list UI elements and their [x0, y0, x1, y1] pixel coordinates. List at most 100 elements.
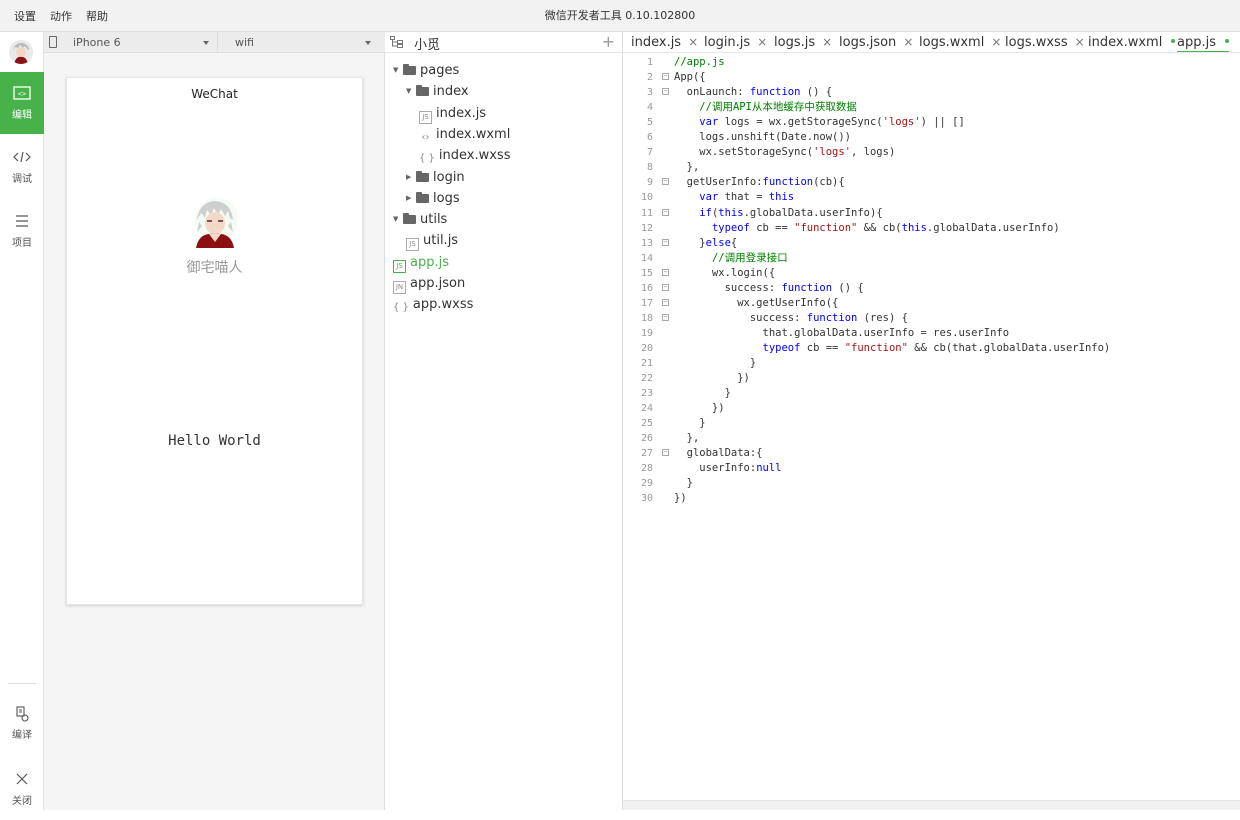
fold-icon[interactable]: − — [662, 73, 669, 81]
wxss-file-icon: { } — [393, 302, 409, 314]
tree-file[interactable]: JS app.js — [393, 252, 449, 273]
nav-project-label: 项目 — [12, 238, 32, 249]
code-area[interactable]: 1//app.js 2− App({3− onLaunch: function ()… — [623, 53, 1240, 800]
code-line: 6 logs.unshift(Date.now()) — [623, 130, 1240, 145]
close-tab-icon[interactable]: × — [688, 35, 698, 49]
folder-icon — [416, 170, 429, 182]
caret-down-icon[interactable]: ▼ — [393, 209, 403, 230]
json-file-icon: JN — [393, 281, 406, 294]
tree-file[interactable]: JS index.js — [419, 103, 486, 124]
fold-icon[interactable]: − — [662, 178, 669, 186]
fold-icon[interactable]: − — [662, 208, 669, 216]
code-line: 12 typeof cb == "function" && cb(this.gl… — [623, 221, 1240, 236]
network-select[interactable]: wifi — [219, 32, 379, 53]
tree-file[interactable]: JS util.js — [406, 230, 458, 252]
tree-structure-icon[interactable] — [390, 36, 404, 51]
code-text: success: function (res) { — [674, 311, 908, 324]
nav-debug[interactable]: 调试 — [0, 136, 44, 198]
caret-down-icon[interactable]: ▼ — [393, 60, 403, 81]
line-number: 30 — [640, 493, 653, 505]
editor-tab[interactable]: logs.js × — [774, 32, 832, 52]
editor-tabs: index.js × login.js × logs.js × logs.json × logs… — [623, 32, 1240, 53]
code-text: //app.js — [674, 56, 725, 68]
file-tree-header: 小觅 + — [385, 32, 623, 53]
tree-folder[interactable]: ▶ logs — [406, 188, 460, 209]
code-text: wx.getUserInfo({ — [674, 296, 839, 309]
fold-icon[interactable]: − — [662, 298, 669, 306]
caret-right-icon[interactable]: ▶ — [406, 188, 416, 209]
fold-icon[interactable]: − — [662, 283, 669, 291]
nav-compile[interactable]: 编译 — [0, 692, 44, 754]
tree-folder[interactable]: ▼ index — [406, 81, 469, 102]
close-tab-icon[interactable]: × — [757, 35, 767, 49]
close-icon — [13, 772, 31, 788]
code-line: 21 } — [623, 356, 1240, 371]
tree-file[interactable]: ‹› index.wxml — [419, 124, 511, 145]
user-avatar[interactable] — [193, 198, 239, 248]
fold-icon[interactable]: − — [662, 449, 669, 457]
caret-right-icon[interactable]: ▶ — [406, 167, 416, 188]
code-text: } — [674, 387, 731, 400]
line-number: 29 — [640, 478, 653, 490]
menu-help[interactable]: 帮助 — [72, 8, 108, 24]
close-tab-icon[interactable]: × — [1075, 35, 1085, 49]
fold-icon[interactable]: − — [662, 313, 669, 321]
tree-item-label: app.js — [410, 254, 449, 270]
network-select-value: wifi — [235, 36, 254, 49]
fold-icon[interactable]: − — [662, 88, 669, 96]
line-number: 18 — [640, 312, 653, 324]
editor-tab[interactable]: logs.wxss × — [1005, 32, 1085, 52]
line-number: 2 — [646, 72, 653, 84]
code-text: globalData:{ — [674, 447, 763, 460]
code-text: }, — [674, 432, 700, 445]
code-line: 5 var logs = wx.getStorageSync('logs') |… — [623, 115, 1240, 130]
line-number: 11 — [640, 207, 653, 219]
tree-file[interactable]: JN app.json — [393, 273, 465, 294]
code-text: }, — [674, 161, 700, 174]
line-number: 17 — [640, 297, 653, 309]
line-number: 24 — [640, 403, 653, 415]
editor-tab[interactable]: index.wxml — [1088, 32, 1176, 52]
editor-tab[interactable]: index.js × — [631, 32, 698, 52]
line-number: 13 — [640, 237, 653, 249]
tree-folder[interactable]: ▶ login — [406, 167, 465, 188]
device-select[interactable]: iPhone 6 — [63, 32, 218, 53]
menu-actions[interactable]: 动作 — [36, 8, 72, 24]
editor-tab[interactable]: app.js — [1177, 32, 1229, 52]
tab-label: app.js — [1177, 35, 1216, 50]
user-nickname: 御宅喵人 — [186, 260, 243, 276]
tree-item-label: app.json — [410, 276, 466, 291]
close-tab-icon[interactable]: × — [903, 35, 913, 49]
tab-label: logs.wxss — [1005, 35, 1068, 50]
editor-tab[interactable]: logs.json × — [839, 32, 913, 52]
tree-item-label: app.wxss — [412, 297, 474, 313]
tree-file[interactable]: { } app.wxss — [393, 294, 473, 315]
avatar[interactable] — [9, 40, 33, 64]
phone-screen: WeChat 御宅喵人 Hello World — [66, 77, 363, 605]
phone-icon[interactable] — [49, 36, 57, 48]
fold-icon[interactable]: − — [662, 268, 669, 276]
unsaved-dot-icon[interactable] — [1171, 39, 1176, 43]
tree-folder[interactable]: ▼ pages — [393, 60, 459, 81]
nav-close[interactable]: 关闭 — [0, 758, 44, 820]
tree-file[interactable]: { } index.wxss — [419, 145, 510, 166]
line-number: 25 — [640, 418, 653, 430]
caret-down-icon[interactable]: ▼ — [406, 81, 416, 102]
tree-item-label: index.wxml — [436, 126, 511, 142]
close-tab-icon[interactable]: × — [822, 35, 832, 49]
unsaved-dot-icon[interactable] — [1225, 39, 1229, 43]
menu-settings[interactable]: 设置 — [0, 8, 36, 24]
code-line: 17 − wx.getUserInfo({ — [623, 296, 1240, 311]
editor-tab[interactable]: login.js × — [704, 32, 767, 52]
nav-edit[interactable]: <> 编辑 — [0, 72, 44, 134]
tree-folder[interactable]: ▼ utils — [393, 209, 447, 230]
fold-icon[interactable]: − — [662, 238, 669, 246]
add-file-icon[interactable]: + — [602, 32, 615, 51]
folder-icon — [416, 191, 429, 203]
editor-tab[interactable]: logs.wxml × — [919, 32, 1001, 52]
line-number: 10 — [640, 192, 653, 204]
nav-project[interactable]: 项目 — [0, 200, 44, 262]
tab-label: logs.js — [774, 35, 816, 50]
close-tab-icon[interactable]: × — [991, 35, 1001, 49]
code-text: }) — [674, 492, 687, 505]
